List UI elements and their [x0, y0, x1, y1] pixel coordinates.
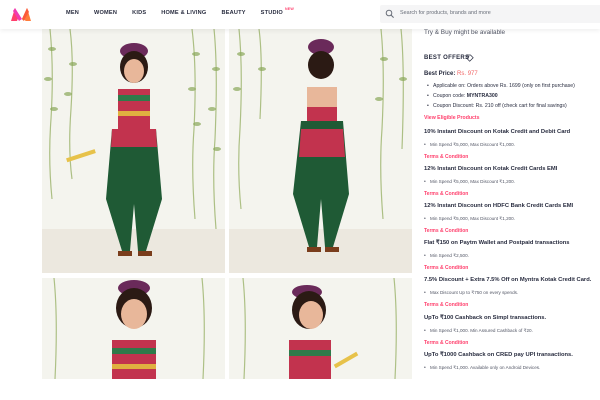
offer-item: 10% Instant Discount on Kotak Credit and…: [424, 129, 600, 160]
tag-icon: [466, 54, 474, 62]
search-bar[interactable]: Search for products, brands and more: [380, 5, 600, 23]
nav-studio-label: STUDIO: [260, 10, 283, 16]
offer-detail: Min Spend ₹5,000, Max Discount ₹1,200.: [424, 216, 600, 222]
offer-item: UpTo ₹1000 Cashback on CRED pay UPI tran…: [424, 352, 600, 371]
offer-title: UpTo ₹100 Cashback on Simpl transactions…: [424, 315, 547, 321]
offer-title: 7.5% Discount + Extra 7.5% Off on Myntra…: [424, 277, 592, 283]
best-price-label: Best Price:: [424, 71, 456, 77]
top-header: MEN WOMEN KIDS HOME & LIVING BEAUTY STUD…: [0, 0, 600, 29]
offer-title: Flat ₹150 on Paytm Wallet and Postpaid t…: [424, 240, 570, 246]
offer-title: 12% Instant Discount on HDFC Bank Credit…: [424, 203, 574, 209]
terms-condition-link[interactable]: Terms & Condition: [424, 265, 600, 271]
best-price-details: Applicable on: Orders above Rs. 1699 (on…: [427, 81, 575, 112]
best-offers-title: BEST OFFERS: [424, 55, 470, 61]
terms-condition-link[interactable]: Terms & Condition: [424, 228, 600, 234]
best-price: Best Price: Rs. 977: [424, 71, 478, 77]
offer-item: UpTo ₹100 Cashback on Simpl transactions…: [424, 315, 600, 346]
best-price-value: Rs. 977: [457, 71, 478, 77]
terms-condition-link[interactable]: Terms & Condition: [424, 154, 600, 160]
try-buy-text: Try & Buy might be available: [424, 29, 506, 36]
offer-item: 12% Instant Discount on HDFC Bank Credit…: [424, 203, 600, 234]
offer-title: 12% Instant Discount on Kotak Credit Car…: [424, 166, 558, 172]
nav-home-living[interactable]: HOME & LIVING: [161, 10, 206, 16]
nav-kids[interactable]: KIDS: [132, 10, 146, 16]
view-eligible-products-link[interactable]: View Eligible Products: [424, 115, 480, 121]
terms-condition-link[interactable]: Terms & Condition: [424, 302, 600, 308]
nav-women[interactable]: WOMEN: [94, 10, 117, 16]
offer-item: 7.5% Discount + Extra 7.5% Off on Myntra…: [424, 277, 600, 308]
nav-beauty[interactable]: BEAUTY: [221, 10, 245, 16]
coupon-code-label: Coupon code:: [433, 93, 466, 100]
new-badge: NEW: [285, 7, 294, 11]
product-gallery: [42, 29, 412, 380]
offer-title: UpTo ₹1000 Cashback on CRED pay UPI tran…: [424, 352, 573, 358]
offer-item: Flat ₹150 on Paytm Wallet and Postpaid t…: [424, 240, 600, 271]
myntra-logo[interactable]: [10, 6, 34, 22]
product-image-back[interactable]: [229, 29, 412, 273]
coupon-code-line: Coupon code: MYNTRA300: [427, 91, 575, 101]
product-image-closeup-side[interactable]: [229, 278, 412, 379]
search-icon[interactable]: [385, 9, 395, 19]
terms-condition-link[interactable]: Terms & Condition: [424, 340, 600, 346]
offer-detail: Max Discount Up to ₹750 on every spends.: [424, 290, 600, 296]
offer-title: 10% Instant Discount on Kotak Credit and…: [424, 129, 571, 135]
offer-detail: Min Spend ₹2,500.: [424, 253, 600, 259]
offer-detail: Min Spend ₹5,000, Max Discount ₹1,000.: [424, 142, 600, 148]
product-image-front[interactable]: [42, 29, 225, 273]
offer-detail: Min Spend ₹1,000. Min Assured Cashback o…: [424, 328, 600, 334]
offers-panel: Try & Buy might be available BEST OFFERS…: [424, 29, 600, 400]
best-price-condition: Applicable on: Orders above Rs. 1699 (on…: [427, 81, 575, 91]
nav-men[interactable]: MEN: [66, 10, 79, 16]
main-nav: MEN WOMEN KIDS HOME & LIVING BEAUTY STUD…: [66, 7, 298, 16]
offer-detail: Min Spend ₹1,000. Available only on Andr…: [424, 365, 600, 371]
coupon-discount: Coupon Discount: Rs. 210 off (check cart…: [427, 101, 575, 111]
nav-studio[interactable]: STUDIO NEW: [260, 7, 294, 16]
product-image-closeup-front[interactable]: [42, 278, 225, 379]
offer-item: 12% Instant Discount on Kotak Credit Car…: [424, 166, 600, 197]
terms-condition-link[interactable]: Terms & Condition: [424, 191, 600, 197]
coupon-code: MYNTRA300: [466, 93, 498, 100]
offer-detail: Min Spend ₹5,000, Max Discount ₹1,200.: [424, 179, 600, 185]
search-input[interactable]: Search for products, brands and more: [400, 10, 491, 16]
